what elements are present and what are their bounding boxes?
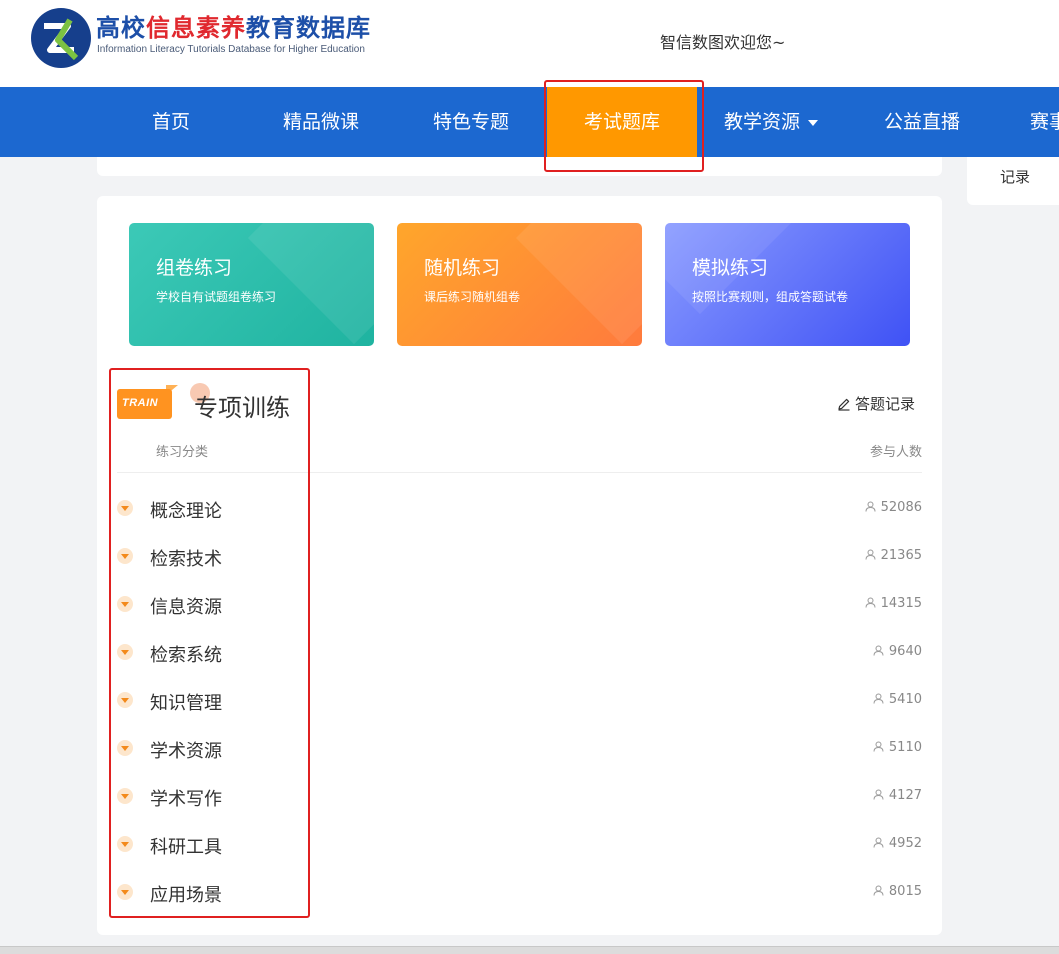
row-count-value: 9640 <box>888 644 922 659</box>
row-count: 8015 <box>873 884 922 899</box>
list-item[interactable]: 学术资源 5110 <box>117 733 922 763</box>
side-record-label: 记录 <box>1000 168 1031 186</box>
user-icon <box>873 741 884 752</box>
list-item[interactable]: 知识管理 5410 <box>117 685 922 715</box>
row-label: 信息资源 <box>150 597 222 618</box>
row-count-value: 8015 <box>888 884 922 899</box>
row-label: 知识管理 <box>150 693 222 714</box>
nav-teaching-resources-label: 教学资源 <box>723 111 800 133</box>
nav-micro-courses[interactable]: 精品微课 <box>265 87 377 157</box>
nav-special-topics[interactable]: 特色专题 <box>415 87 527 157</box>
logo-title-part2: 信息素养 <box>146 14 246 42</box>
chevron-down-icon <box>808 119 818 126</box>
tile-subtitle: 学校自有试题组卷练习 <box>156 290 277 304</box>
row-count-value: 14315 <box>880 596 922 611</box>
logo-subtitle: Information Literacy Tutorials Database … <box>97 44 365 55</box>
main-nav: 首页 精品微课 特色专题 考试题库 教学资源 公益直播 赛事 <box>0 87 1059 157</box>
row-count-value: 21365 <box>880 548 922 563</box>
caret-bullet-icon <box>117 788 133 804</box>
list-item[interactable]: 检索技术 21365 <box>117 541 922 571</box>
row-label: 检索技术 <box>150 549 222 570</box>
list-item[interactable]: 概念理论 52086 <box>117 493 922 523</box>
logo-title-part3: 教育数据库 <box>246 14 371 42</box>
user-icon <box>873 885 884 896</box>
edit-icon <box>838 398 850 411</box>
row-count: 9640 <box>873 644 922 659</box>
tile-random-practice[interactable]: 随机练习 课后练习随机组卷 <box>397 223 642 346</box>
col-header-category: 练习分类 <box>156 445 209 460</box>
side-record-panel[interactable]: 记录 <box>967 157 1059 205</box>
row-count-value: 4127 <box>888 788 922 803</box>
row-count: 4952 <box>873 836 922 851</box>
list-item[interactable]: 应用场景 8015 <box>117 877 922 907</box>
row-label: 学术写作 <box>150 789 222 810</box>
tile-decoration <box>515 223 642 345</box>
caret-bullet-icon <box>117 740 133 756</box>
row-count: 5110 <box>873 740 922 755</box>
logo-title-part1: 高校 <box>96 14 146 42</box>
tile-decoration <box>247 223 374 345</box>
tile-title: 模拟练习 <box>692 257 769 279</box>
row-count-value: 5110 <box>888 740 922 755</box>
list-item[interactable]: 科研工具 4952 <box>117 829 922 859</box>
train-badge-text: TRAIN <box>122 397 159 409</box>
row-count: 21365 <box>865 548 922 563</box>
user-icon <box>873 693 884 704</box>
user-icon <box>873 837 884 848</box>
col-header-participants: 参与人数 <box>869 445 922 460</box>
nav-teaching-resources[interactable]: 教学资源 <box>712 87 830 157</box>
caret-bullet-icon <box>117 500 133 516</box>
divider <box>117 472 922 473</box>
caret-bullet-icon <box>117 836 133 852</box>
tile-compose-practice[interactable]: 组卷练习 学校自有试题组卷练习 <box>129 223 374 346</box>
row-label: 科研工具 <box>150 837 222 858</box>
tile-mock-practice[interactable]: 模拟练习 按照比赛规则，组成答题试卷 <box>665 223 910 346</box>
logo-title: 高校信息素养教育数据库 <box>96 8 371 43</box>
caret-bullet-icon <box>117 644 133 660</box>
row-count-value: 5410 <box>888 692 922 707</box>
row-label: 应用场景 <box>150 885 222 906</box>
list-item[interactable]: 学术写作 4127 <box>117 781 922 811</box>
tile-title: 组卷练习 <box>156 257 233 279</box>
nav-events[interactable]: 赛事 <box>1030 87 1059 157</box>
user-icon <box>865 597 876 608</box>
user-icon <box>865 501 876 512</box>
row-label: 概念理论 <box>150 501 222 522</box>
row-label: 检索系统 <box>150 645 222 666</box>
tile-subtitle: 按照比赛规则，组成答题试卷 <box>692 290 849 304</box>
user-icon <box>873 645 884 656</box>
row-count: 14315 <box>865 596 922 611</box>
user-icon <box>873 789 884 800</box>
caret-bullet-icon <box>117 884 133 900</box>
nav-home[interactable]: 首页 <box>122 87 220 157</box>
row-label: 学术资源 <box>150 741 222 762</box>
row-count-value: 4952 <box>888 836 922 851</box>
train-badge: TRAIN <box>117 389 172 419</box>
row-count: 5410 <box>873 692 922 707</box>
nav-live[interactable]: 公益直播 <box>866 87 978 157</box>
row-count: 4127 <box>873 788 922 803</box>
answer-record-label: 答题记录 <box>855 395 916 413</box>
caret-bullet-icon <box>117 548 133 564</box>
list-item[interactable]: 信息资源 14315 <box>117 589 922 619</box>
welcome-text: 智信数图欢迎您~ <box>660 33 786 52</box>
logo-icon[interactable] <box>30 6 94 68</box>
caret-bullet-icon <box>117 692 133 708</box>
row-count: 52086 <box>865 500 922 515</box>
list-item[interactable]: 检索系统 9640 <box>117 637 922 667</box>
caret-bullet-icon <box>117 596 133 612</box>
nav-exam-bank[interactable]: 考试题库 <box>547 87 697 157</box>
top-header: 高校信息素养教育数据库 Information Literacy Tutoria… <box>0 0 1059 87</box>
top-card <box>97 157 942 176</box>
answer-record-link[interactable]: 答题记录 <box>837 393 915 414</box>
tile-title: 随机练习 <box>424 257 501 279</box>
user-icon <box>865 549 876 560</box>
horizontal-scrollbar[interactable] <box>0 946 1059 954</box>
row-count-value: 52086 <box>880 500 922 515</box>
tile-subtitle: 课后练习随机组卷 <box>424 290 521 304</box>
section-title: 专项训练 <box>194 394 290 422</box>
